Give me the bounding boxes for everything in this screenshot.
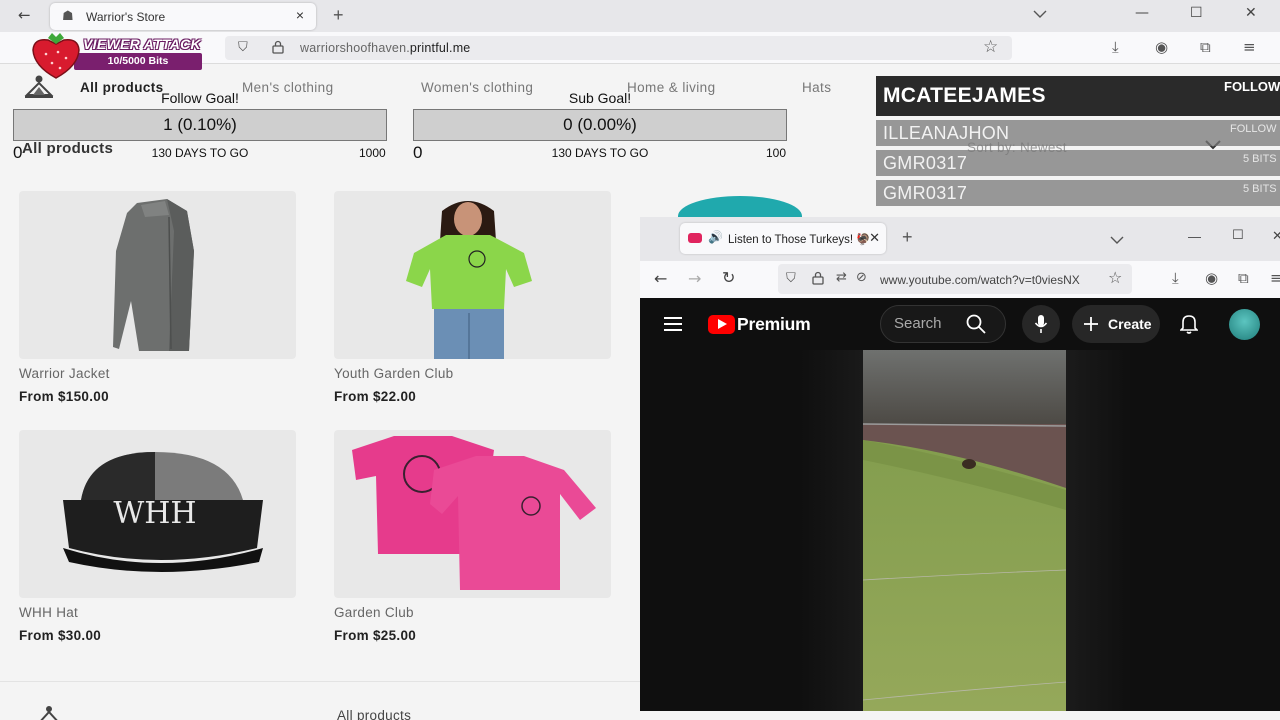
youth-tee-image (406, 201, 532, 359)
yt-tab-list-chevron-icon[interactable] (1110, 231, 1124, 249)
yt-permissions-icon[interactable]: ⇄ (836, 270, 847, 285)
product-image-youth-tee[interactable] (334, 191, 611, 359)
event-tag: 5 BITS (1243, 153, 1277, 165)
downloads-icon[interactable]: ⤓ (1112, 38, 1119, 56)
minimize-icon[interactable]: — (1135, 5, 1149, 21)
yt-player-letterbox-left (800, 350, 863, 711)
yt-brand-label[interactable]: Premium (737, 314, 811, 335)
tab-list-chevron-icon[interactable] (1033, 6, 1047, 21)
yt-reload-icon[interactable]: ↻ (722, 268, 735, 287)
product-name[interactable]: Garden Club (334, 605, 414, 620)
yt-tab-title: Listen to Those Turkeys! 🦃 (728, 234, 871, 246)
sub-goal-label: Sub Goal! (568, 90, 632, 106)
yt-new-tab-button[interactable]: + (902, 227, 913, 248)
yt-plus-icon (1084, 317, 1098, 331)
youtube-favicon-icon (688, 233, 702, 243)
product-price: From $22.00 (334, 389, 417, 404)
yt-close-window-icon[interactable]: ✕ (1272, 228, 1280, 244)
event-tag: FOLLOW (1224, 79, 1280, 94)
event-name: GMR0317 (883, 183, 968, 203)
follow-goal-max: 1000 (359, 146, 386, 160)
yt-create-label: Create (1108, 316, 1152, 332)
yt-search-placeholder: Search (894, 315, 942, 332)
product-image-whh-hat[interactable]: WHH (19, 430, 296, 598)
event-name: MCATEEJAMES (883, 84, 1046, 107)
yt-notifications-bell-icon[interactable] (1180, 314, 1198, 334)
product-name[interactable]: WHH Hat (19, 605, 78, 620)
sub-goal-max: 100 (766, 146, 787, 160)
close-window-icon[interactable]: ✕ (1245, 5, 1257, 21)
account-icon[interactable]: ◉ (1155, 38, 1168, 56)
yt-avatar[interactable] (1229, 309, 1260, 340)
follow-goal-bar: 1 (0.10%) (13, 109, 387, 141)
tab-title: Warrior's Store (86, 10, 166, 24)
sub-goal-days: 130 DAYS TO GO (551, 146, 649, 160)
yt-player-letterbox-right (1066, 350, 1132, 711)
viewer-attack-count: 10/5000 Bits (107, 55, 169, 67)
yt-url-text: www.youtube.com/watch?v=t0viesNX (880, 273, 1080, 287)
garden-club-image (352, 436, 596, 590)
product-image-jacket[interactable] (19, 191, 296, 359)
yt-downloads-icon[interactable]: ⤓ (1172, 269, 1179, 287)
youtube-window: 🔊 Listen to Those Turkeys! 🦃 ✕ + — ☐ ✕ ←… (640, 217, 1280, 711)
jacket-image (113, 199, 194, 351)
youtube-play-glyph (718, 319, 727, 329)
yt-video-player[interactable] (863, 350, 1066, 711)
viewer-attack-title: VIEWER ATTACK (83, 36, 201, 52)
url-domain: warriorshoofhaven. (300, 41, 410, 55)
product-image-garden-club[interactable] (334, 430, 611, 598)
turkey-field-video-frame (863, 350, 1066, 711)
product-price: From $25.00 (334, 628, 417, 643)
event-name: GMR0317 (883, 153, 968, 173)
tracking-shield-icon[interactable]: ⛉ (238, 40, 248, 55)
url-host: printful.me (409, 41, 471, 55)
speaker-icon[interactable]: 🔊 (708, 230, 723, 244)
follow-goal-days: 130 DAYS TO GO (151, 146, 249, 160)
product-name[interactable]: Youth Garden Club (334, 366, 453, 381)
new-tab-button[interactable]: + (333, 5, 344, 26)
yt-tab-close-icon[interactable]: ✕ (869, 230, 880, 246)
extensions-icon[interactable]: ⧉ (1200, 38, 1211, 56)
menu-icon[interactable]: ≡ (1243, 38, 1256, 56)
url-text: warriorshoofhaven.printful.me (300, 41, 470, 55)
store-favicon-icon: ☗ (62, 9, 74, 24)
maximize-icon[interactable]: ☐ (1190, 5, 1203, 21)
yt-mic-icon (1034, 315, 1048, 333)
whh-hat-image: WHH (63, 452, 263, 572)
yt-search-icon[interactable] (966, 314, 986, 334)
yt-maximize-icon[interactable]: ☐ (1232, 228, 1244, 243)
back-arrow-icon[interactable]: ← (18, 6, 31, 24)
lock-icon (272, 40, 284, 54)
yt-autoplay-blocked-icon[interactable]: ⊘ (856, 270, 867, 285)
product-name[interactable]: Warrior Jacket (19, 366, 110, 381)
event-tag: FOLLOW (1230, 123, 1277, 135)
nav-hats[interactable]: Hats (802, 80, 831, 95)
yt-shield-icon[interactable]: ⛉ (786, 271, 796, 286)
product-price: From $150.00 (19, 389, 109, 404)
yt-hamburger-icon[interactable] (664, 317, 682, 331)
browser-tab-store[interactable]: ☗ Warrior's Store × (50, 3, 316, 30)
footer-logo-icon[interactable] (32, 704, 66, 720)
yt-account-icon[interactable]: ◉ (1205, 269, 1218, 287)
footer-all-products-link[interactable]: All products (337, 708, 411, 720)
hat-text: WHH (113, 496, 196, 531)
footer-divider (0, 681, 640, 682)
yt-minimize-icon[interactable]: — (1188, 229, 1201, 244)
tab-close-icon[interactable]: × (296, 7, 304, 23)
yt-back-arrow-icon[interactable]: ← (654, 269, 667, 288)
follow-goal-label: Follow Goal! (161, 90, 239, 106)
event-name: ILLEANAJHON (883, 123, 1010, 143)
yt-bookmark-star-icon[interactable]: ☆ (1108, 268, 1122, 287)
yt-lock-icon (812, 271, 824, 285)
yt-browser-tab[interactable]: 🔊 Listen to Those Turkeys! 🦃 ✕ (680, 223, 886, 254)
yt-forward-arrow-icon[interactable]: → (688, 269, 701, 288)
event-tag: 5 BITS (1243, 183, 1277, 195)
bookmark-star-icon[interactable]: ☆ (983, 37, 998, 57)
yt-extensions-icon[interactable]: ⧉ (1238, 269, 1249, 287)
sub-goal-bar: 0 (0.00%) (413, 109, 787, 141)
product-price: From $30.00 (19, 628, 102, 643)
yt-menu-icon[interactable]: ≡ (1270, 269, 1280, 287)
